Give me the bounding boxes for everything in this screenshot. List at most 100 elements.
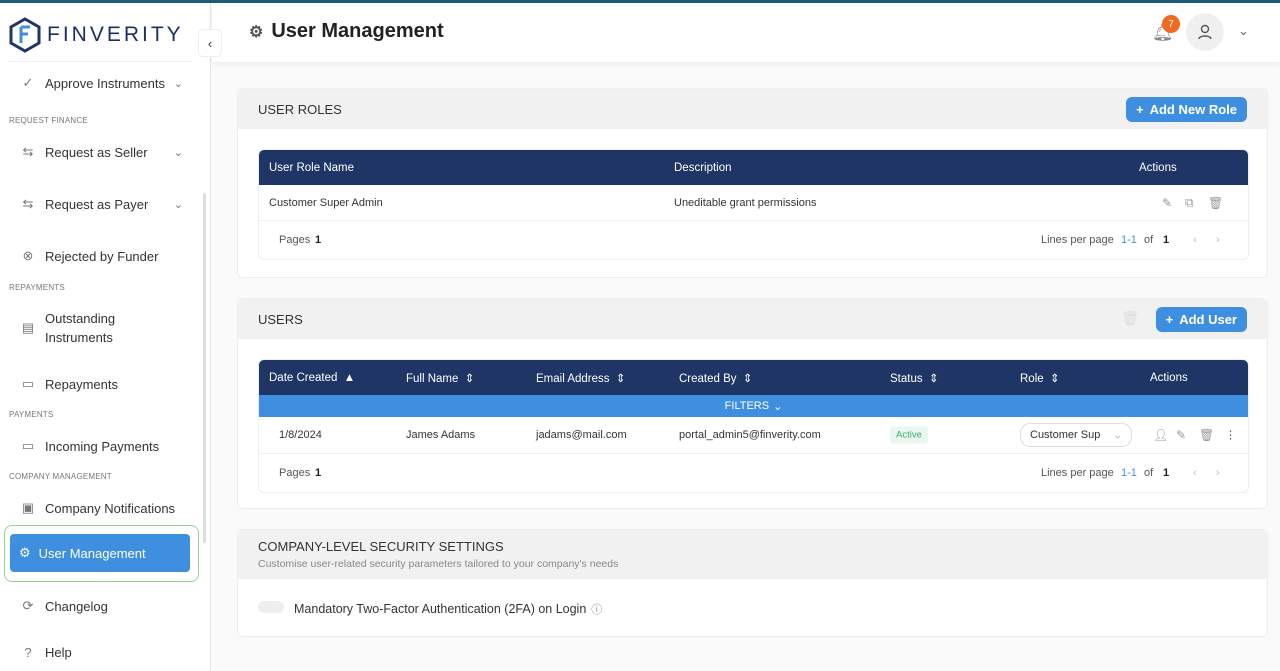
x-circle-icon: ⊗ (22, 248, 34, 263)
lines-per-page-select[interactable]: 1-1 (1121, 234, 1137, 246)
two-factor-label: Mandatory Two-Factor Authentication (2FA… (294, 602, 587, 616)
trash-icon[interactable]: 🗑︎ (1208, 196, 1223, 210)
chevron-down-icon[interactable]: ⌄ (1238, 23, 1249, 39)
plus-icon: + (1136, 102, 1144, 117)
lines-per-page-label: Lines per page (1041, 234, 1114, 246)
column-header-email[interactable]: Email Address ⇕ (536, 371, 626, 385)
next-page-icon[interactable]: › (1216, 234, 1220, 246)
email-address: jadams@mail.com (536, 429, 627, 441)
two-factor-toggle[interactable] (258, 601, 284, 613)
sidebar-item-request-as-seller[interactable]: ⇆ Request as Seller ⌄ (19, 143, 189, 161)
column-label: Created By (679, 372, 737, 385)
status-badge: Active (890, 426, 928, 444)
info-icon[interactable]: ⓘ (591, 601, 602, 617)
chevron-down-icon: ⌄ (1113, 429, 1123, 442)
sidebar-item-request-as-payer[interactable]: ⇆ Request as Payer ⌄ (19, 195, 189, 213)
sidebar-scrollbar[interactable] (203, 193, 206, 543)
column-header-created-by[interactable]: Created By ⇕ (679, 371, 753, 385)
user-settings-icon: ⚙ (249, 23, 264, 41)
add-user-button[interactable]: + Add User (1155, 307, 1247, 332)
sidebar-item-label: Incoming Payments (45, 438, 160, 454)
full-name: James Adams (406, 429, 476, 441)
sidebar-item-company-notifications[interactable]: ▣ Company Notifications (19, 499, 189, 517)
chevron-down-icon: ⌄ (773, 400, 783, 413)
roles-table: User Role Name Description Actions Custo… (258, 149, 1249, 260)
table-header: Date Created ▲ Full Name ⇕ Email Address… (259, 360, 1248, 395)
add-new-role-button[interactable]: + Add New Role (1126, 97, 1247, 122)
section-subtitle: Customise user-related security paramete… (258, 558, 619, 570)
sidebar-item-changelog[interactable]: ⟳ Changelog (19, 597, 189, 615)
help-circle-icon: ? (24, 644, 32, 660)
sidebar-item-user-management[interactable]: ⚙ User Management (10, 534, 190, 572)
role-select[interactable]: Customer Sup ⌄ (1020, 423, 1132, 447)
edit-icon[interactable]: ✎ (1162, 196, 1172, 210)
section-title: COMPANY-LEVEL SECURITY SETTINGS (258, 539, 504, 554)
sidebar-item-approve-instruments[interactable]: ✓ Approve Instruments ⌄ (19, 74, 189, 92)
more-vertical-icon[interactable]: ⋮ (1225, 429, 1236, 442)
sidebar-item-label: Repayments (45, 376, 118, 392)
filters-toggle[interactable]: FILTERS ⌄ (259, 395, 1248, 417)
chevron-down-icon: ⌄ (173, 146, 183, 159)
column-header-status[interactable]: Status ⇕ (890, 371, 939, 385)
pages-label: Pages (279, 234, 311, 246)
column-label: Role (1020, 372, 1044, 385)
sidebar-item-label: Changelog (45, 598, 108, 614)
notification-badge: 7 (1162, 15, 1180, 33)
security-settings-card: COMPANY-LEVEL SECURITY SETTINGS Customis… (237, 529, 1268, 637)
logo-hexagon-icon (9, 17, 41, 53)
add-user-icon[interactable]: 👤︎ (1153, 428, 1168, 442)
sidebar-item-label: Rejected by Funder (45, 248, 159, 264)
filters-label: FILTERS (724, 400, 770, 412)
pagination: Pages 1 Lines per page 1-1 of 1 ‹ › (259, 221, 1248, 259)
column-label: Status (890, 372, 923, 385)
sidebar-item-repayments[interactable]: ▭ Repayments (19, 375, 189, 393)
section-label: PAYMENTS (9, 410, 54, 419)
button-label: Add User (1179, 312, 1237, 327)
sidebar-item-label: Company Notifications (45, 500, 176, 516)
users-table: Date Created ▲ Full Name ⇕ Email Address… (258, 359, 1249, 493)
refresh-icon: ⟳ (22, 598, 34, 613)
chevron-down-icon: ⌄ (173, 198, 183, 211)
document-icon: ▤ (21, 320, 35, 335)
column-label: Date Created (269, 371, 338, 384)
copy-icon[interactable]: ⧉ (1185, 195, 1194, 210)
sidebar-item-label: Request as Seller (45, 144, 148, 160)
pages-count: 1 (315, 467, 322, 479)
prev-page-icon[interactable]: ‹ (1193, 234, 1197, 246)
pages-label: Pages (279, 467, 311, 479)
sidebar-item-help[interactable]: ? Help (19, 643, 189, 661)
pages-count: 1 (315, 234, 322, 246)
total-count: 1 (1163, 467, 1170, 479)
users-card: USERS 🗑︎ + Add User Date Created ▲ Full N… (237, 298, 1268, 509)
wallet-icon: ▭ (21, 438, 35, 453)
column-header-date-created[interactable]: Date Created ▲ (269, 372, 355, 384)
trash-icon[interactable]: 🗑︎ (1121, 310, 1139, 327)
trash-icon[interactable]: 🗑︎ (1199, 428, 1214, 442)
wallet-icon: ▭ (21, 376, 35, 391)
edit-icon[interactable]: ✎ (1176, 428, 1186, 442)
lines-per-page-select[interactable]: 1-1 (1121, 467, 1137, 479)
section-label: REQUEST FINANCE (9, 116, 88, 125)
prev-page-icon[interactable]: ‹ (1193, 467, 1197, 479)
chevron-left-icon: ‹ (207, 35, 213, 51)
total-count: 1 (1163, 234, 1170, 246)
chevron-down-icon: ⌄ (173, 77, 183, 90)
collapse-sidebar-button[interactable]: ‹ (198, 29, 222, 57)
avatar[interactable] (1186, 13, 1224, 51)
logo[interactable]: FINVERITY (9, 17, 184, 53)
exchange-icon: ⇆ (22, 144, 34, 159)
sidebar-item-incoming-payments[interactable]: ▭ Incoming Payments (19, 437, 189, 455)
sidebar-item-outstanding-instruments[interactable]: ▤ Outstanding Instruments (19, 309, 189, 347)
next-page-icon[interactable]: › (1216, 467, 1220, 479)
sidebar-item-label: Help (45, 644, 72, 660)
section-title: USERS (258, 311, 303, 327)
sidebar-item-rejected-by-funder[interactable]: ⊗ Rejected by Funder (19, 247, 189, 265)
date-created: 1/8/2024 (279, 429, 322, 441)
column-header-full-name[interactable]: Full Name ⇕ (406, 371, 474, 385)
user-settings-icon: ⚙ (19, 545, 31, 560)
table-header: User Role Name Description Actions (259, 150, 1248, 185)
column-header-role[interactable]: Role ⇕ (1020, 371, 1060, 385)
column-header-actions: Actions (1150, 371, 1188, 384)
table-row: Customer Super Admin Uneditable grant pe… (259, 185, 1248, 221)
column-label: Email Address (536, 372, 610, 385)
